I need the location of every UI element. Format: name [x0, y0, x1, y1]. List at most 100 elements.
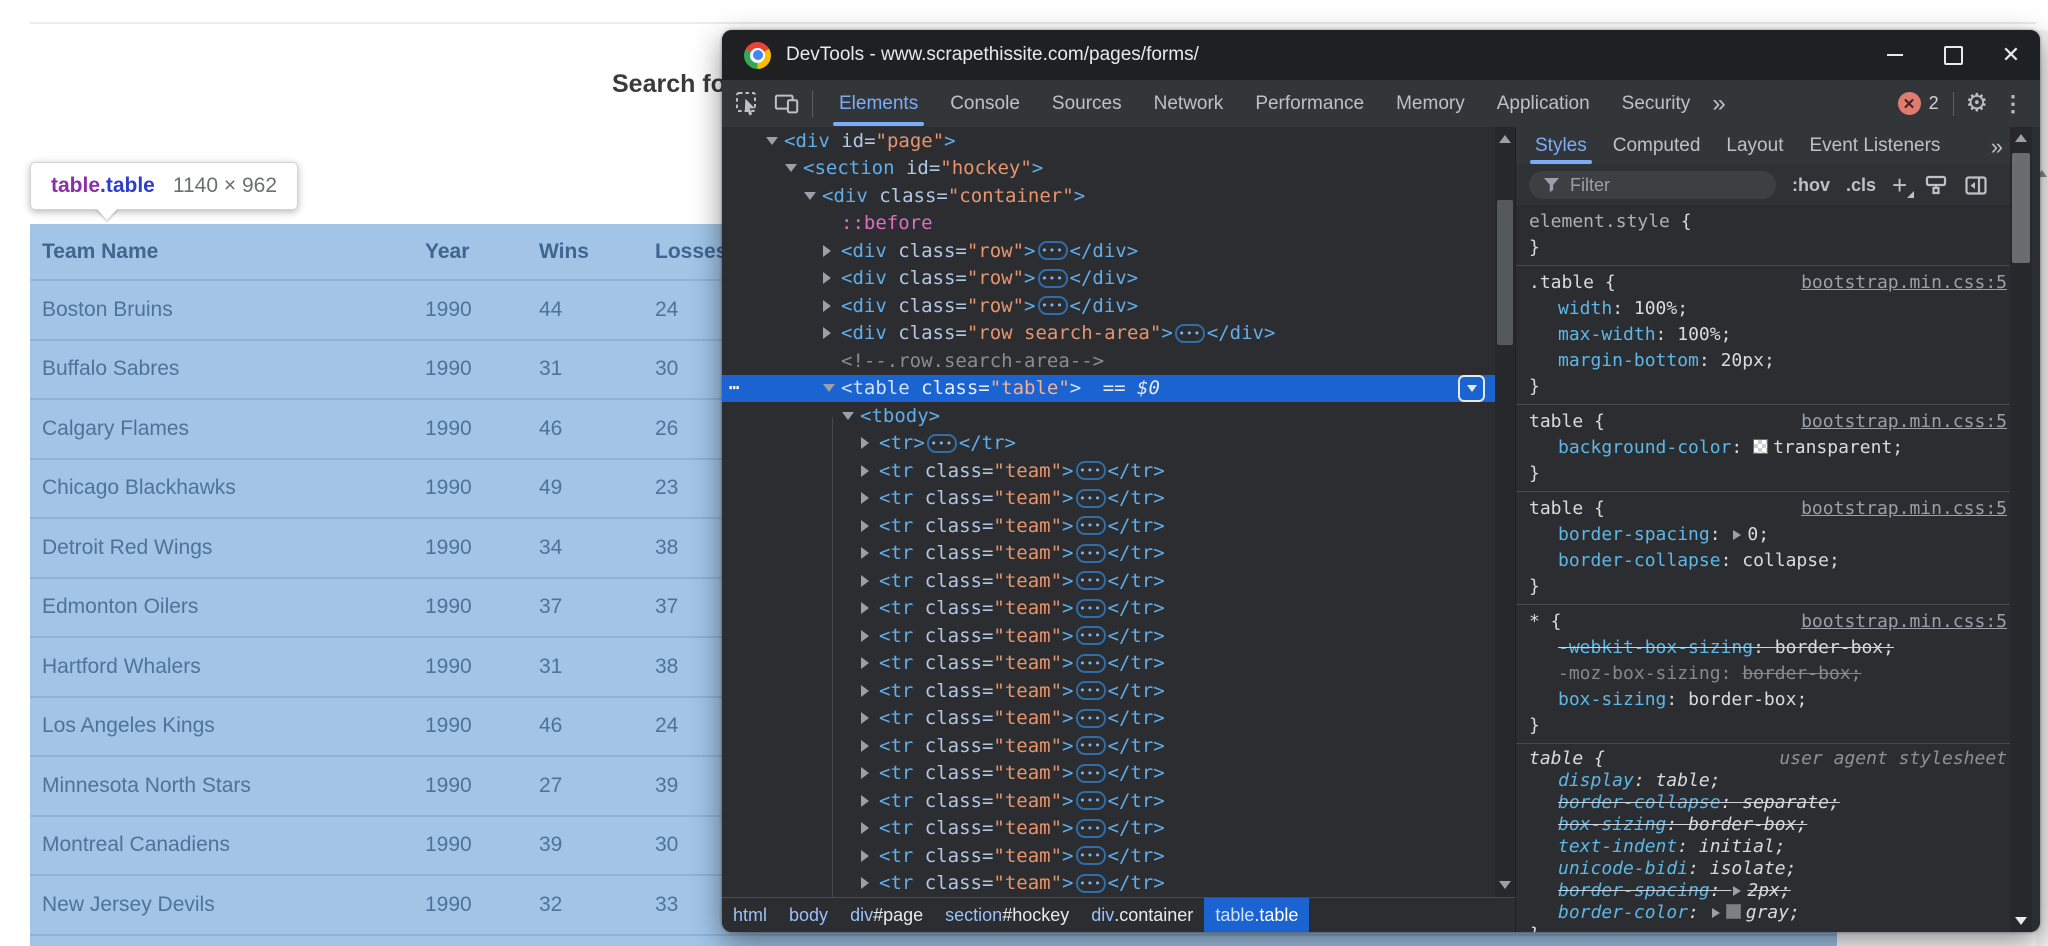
- sidebar-more-tabs-button[interactable]: »: [1991, 134, 2001, 160]
- toggle-classes-button[interactable]: .cls: [1846, 175, 1876, 196]
- expanded-arrow-icon[interactable]: [785, 164, 797, 172]
- collapsed-arrow-icon[interactable]: [861, 520, 869, 532]
- expand-ellipsis-icon[interactable]: •••: [1076, 516, 1106, 535]
- expanded-arrow-icon[interactable]: [842, 412, 854, 420]
- css-declaration[interactable]: unicode-bidi: isolate;: [1516, 858, 2019, 880]
- expand-ellipsis-icon[interactable]: •••: [1076, 489, 1106, 508]
- collapsed-arrow-icon[interactable]: [861, 795, 869, 807]
- device-toolbar-button[interactable]: [774, 91, 800, 117]
- node-menu-icon[interactable]: ⋯: [729, 378, 740, 398]
- expand-ellipsis-icon[interactable]: •••: [1076, 819, 1106, 838]
- color-swatch-icon[interactable]: [1753, 439, 1768, 454]
- error-badge-icon[interactable]: ✕: [1898, 92, 1921, 115]
- scroll-into-view-icon[interactable]: [1458, 375, 1485, 402]
- tree-node[interactable]: <tr class="team">•••</tr>: [722, 677, 1495, 705]
- tree-node[interactable]: <tr class="team">•••</tr>: [722, 485, 1495, 513]
- collapsed-arrow-icon[interactable]: [823, 245, 831, 257]
- expand-ellipsis-icon[interactable]: •••: [1076, 571, 1106, 590]
- tab-performance[interactable]: Performance: [1239, 80, 1380, 127]
- css-declaration[interactable]: -webkit-box-sizing: border-box;: [1516, 635, 2019, 661]
- tab-sources[interactable]: Sources: [1036, 80, 1138, 127]
- css-declaration[interactable]: border-spacing: 0;: [1516, 522, 2019, 548]
- expand-ellipsis-icon[interactable]: •••: [1076, 544, 1106, 563]
- css-declaration[interactable]: border-color: gray;: [1516, 902, 2019, 924]
- tree-node[interactable]: <div class="container">: [722, 182, 1495, 210]
- sidebar-tab-styles[interactable]: Styles: [1522, 127, 1600, 165]
- css-declaration[interactable]: width: 100%;: [1516, 296, 2019, 322]
- tree-node[interactable]: <tr class="team">•••</tr>: [722, 870, 1495, 898]
- css-declaration[interactable]: text-indent: initial;: [1516, 836, 2019, 858]
- expand-ellipsis-icon[interactable]: •••: [1038, 241, 1068, 260]
- css-declaration[interactable]: margin-bottom: 20px;: [1516, 348, 2019, 374]
- breadcrumb-item[interactable]: div.container: [1080, 898, 1204, 932]
- tree-node[interactable]: <div class="row search-area">•••</div>: [722, 320, 1495, 348]
- minimize-button[interactable]: [1866, 30, 1924, 80]
- styles-scrollbar[interactable]: [2010, 127, 2032, 932]
- rule-selector-line[interactable]: * {bootstrap.min.css:5: [1516, 609, 2019, 635]
- tree-node[interactable]: <tr class="team">•••</tr>: [722, 595, 1495, 623]
- collapsed-arrow-icon[interactable]: [861, 685, 869, 697]
- expand-ellipsis-icon[interactable]: •••: [1076, 736, 1106, 755]
- css-declaration[interactable]: box-sizing: border-box;: [1516, 687, 2019, 713]
- expand-ellipsis-icon[interactable]: •••: [1038, 296, 1068, 315]
- styles-filter-field[interactable]: [1529, 171, 1776, 199]
- tab-application[interactable]: Application: [1481, 80, 1606, 127]
- tree-node[interactable]: <tr class="team">•••</tr>: [722, 787, 1495, 815]
- collapsed-arrow-icon[interactable]: [861, 602, 869, 614]
- tree-node[interactable]: <section id="hockey">: [722, 155, 1495, 183]
- sidebar-tab-layout[interactable]: Layout: [1713, 127, 1796, 165]
- collapsed-arrow-icon[interactable]: [861, 712, 869, 724]
- css-declaration[interactable]: border-spacing: 2px;: [1516, 880, 2019, 902]
- expand-value-icon[interactable]: [1733, 530, 1741, 540]
- css-declaration[interactable]: background-color: transparent;: [1516, 435, 2019, 461]
- rule-selector-line[interactable]: table {user agent stylesheet: [1516, 748, 2019, 770]
- rule-selector-line[interactable]: table {bootstrap.min.css:5: [1516, 496, 2019, 522]
- expand-ellipsis-icon[interactable]: •••: [1076, 791, 1106, 810]
- tree-node[interactable]: <tr class="team">•••</tr>: [722, 512, 1495, 540]
- stylesheet-link[interactable]: bootstrap.min.css:5: [1801, 270, 2007, 296]
- css-declaration[interactable]: box-sizing: border-box;: [1516, 814, 2019, 836]
- tree-node[interactable]: <tr class="team">•••</tr>: [722, 815, 1495, 843]
- more-options-kebab-icon[interactable]: ⋮: [2002, 91, 2024, 117]
- settings-gear-icon[interactable]: ⚙: [1966, 91, 1988, 116]
- collapsed-arrow-icon[interactable]: [861, 575, 869, 587]
- tree-node[interactable]: <div id="page">: [722, 127, 1495, 155]
- stylesheet-link[interactable]: bootstrap.min.css:5: [1801, 496, 2007, 522]
- css-declaration[interactable]: border-collapse: separate;: [1516, 792, 2019, 814]
- toggle-hover-state-button[interactable]: :hov: [1792, 175, 1830, 196]
- collapsed-arrow-icon[interactable]: [861, 850, 869, 862]
- collapsed-arrow-icon[interactable]: [823, 300, 831, 312]
- tab-memory[interactable]: Memory: [1380, 80, 1481, 127]
- scrollbar-down-icon[interactable]: [1499, 881, 1511, 889]
- tab-elements[interactable]: Elements: [823, 80, 934, 127]
- collapsed-arrow-icon[interactable]: [861, 740, 869, 752]
- tree-node[interactable]: <tr class="team">•••</tr>: [722, 732, 1495, 760]
- styles-scrollbar-up-icon[interactable]: [2015, 134, 2027, 142]
- devtools-titlebar[interactable]: DevTools - www.scrapethissite.com/pages/…: [722, 30, 2040, 80]
- collapsed-arrow-icon[interactable]: [861, 437, 869, 449]
- expand-ellipsis-icon[interactable]: •••: [927, 434, 957, 453]
- css-declaration[interactable]: display: table;: [1516, 770, 2019, 792]
- expand-ellipsis-icon[interactable]: •••: [1076, 846, 1106, 865]
- collapsed-arrow-icon[interactable]: [861, 657, 869, 669]
- css-declaration[interactable]: border-collapse: collapse;: [1516, 548, 2019, 574]
- tree-node[interactable]: <tr class="team">•••</tr>: [722, 457, 1495, 485]
- expand-ellipsis-icon[interactable]: •••: [1076, 599, 1106, 618]
- expand-ellipsis-icon[interactable]: •••: [1076, 874, 1106, 893]
- expand-ellipsis-icon[interactable]: •••: [1175, 324, 1205, 343]
- scrollbar-thumb[interactable]: [1497, 200, 1513, 345]
- tree-node[interactable]: <tr class="team">•••</tr>: [722, 705, 1495, 733]
- collapsed-arrow-icon[interactable]: [823, 272, 831, 284]
- more-tabs-button[interactable]: »: [1712, 90, 1723, 118]
- tree-node[interactable]: <tr class="team">•••</tr>: [722, 567, 1495, 595]
- inspect-element-button[interactable]: [735, 91, 761, 117]
- scrollbar-up-icon[interactable]: [1499, 135, 1511, 143]
- tab-security[interactable]: Security: [1606, 80, 1707, 127]
- styles-scrollbar-down-icon[interactable]: [2015, 917, 2027, 925]
- rendering-emulation-button[interactable]: [1925, 175, 1947, 195]
- expanded-arrow-icon[interactable]: [804, 192, 816, 200]
- expanded-arrow-icon[interactable]: [766, 137, 778, 145]
- expand-ellipsis-icon[interactable]: •••: [1076, 461, 1106, 480]
- toggle-sidebar-pane-button[interactable]: [1965, 176, 1987, 195]
- tree-node[interactable]: <table class="table"> == $0⋯: [722, 375, 1495, 403]
